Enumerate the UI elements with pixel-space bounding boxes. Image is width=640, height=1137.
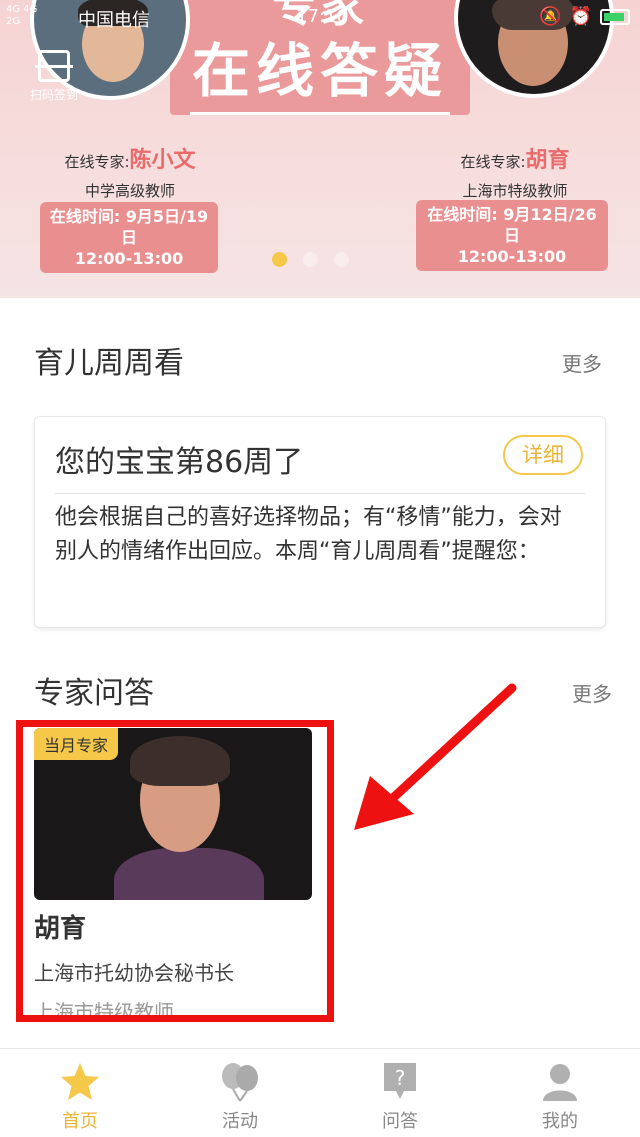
qa-more-link[interactable]: 更多 [572, 678, 612, 707]
annotation-arrow [354, 683, 517, 830]
tab-label: 问答 [382, 1111, 418, 1132]
expert-title: 上海市特级教师 [462, 182, 568, 200]
expert-title: 中学高级教师 [84, 182, 175, 200]
weekly-card-heading: 您的宝宝第86周了 [55, 445, 304, 480]
time-line-1: 在线时间: 9月5日/19日 [49, 207, 209, 247]
detail-button[interactable]: 详细 [503, 435, 583, 475]
tab-home[interactable]: 首页 [0, 1049, 160, 1137]
status-time: 17:16 [296, 6, 348, 27]
bottom-tab-bar: 首页 活动 ? 问答 我的 [0, 1048, 640, 1137]
carousel-dots[interactable] [272, 252, 349, 267]
scan-icon [35, 50, 73, 82]
question-icon: ? [320, 1061, 480, 1103]
weekly-more-link[interactable]: 更多 [562, 348, 602, 377]
time-line-2: 12:00-13:00 [74, 249, 184, 268]
banner-time-right: 在线时间: 9月12日/26日 12:00-13:00 [416, 200, 608, 271]
balloons-icon [160, 1061, 320, 1103]
carrier-name: 中国电信 [78, 10, 150, 31]
time-line-2: 12:00-13:00 [457, 247, 567, 266]
svg-text:?: ? [395, 1066, 406, 1090]
weekly-card-body: 他会根据自己的喜好选择物品；有“移情”能力，会对别人的情绪作出回应。本周“育儿周… [55, 505, 562, 564]
mute-icon: 🔕 [539, 6, 562, 27]
weekly-section-title: 育儿周周看 [34, 346, 184, 381]
tab-label: 活动 [222, 1111, 258, 1132]
time-line-1: 在线时间: 9月12日/26日 [427, 205, 597, 245]
tab-qa[interactable]: ? 问答 [320, 1049, 480, 1137]
banner-time-left: 在线时间: 9月5日/19日 12:00-13:00 [40, 202, 218, 273]
battery-icon [600, 8, 630, 25]
tab-mine[interactable]: 我的 [480, 1049, 640, 1137]
carousel-dot[interactable] [272, 252, 287, 267]
carousel-dot[interactable] [334, 252, 349, 267]
highlight-box [16, 720, 334, 1022]
promo-banner[interactable]: 专家 在线答疑 在线专家:陈小文 中学高级教师 在线时间: 9月5日/19日 1… [0, 0, 640, 298]
network-indicator: 4G 4G 2G [6, 4, 38, 27]
expert-name: 胡育 [525, 148, 570, 173]
user-icon [480, 1061, 640, 1103]
card-divider [55, 493, 585, 494]
alarm-icon: ⏰ [569, 6, 592, 27]
banner-underline [190, 112, 450, 115]
status-bar: 4G 4G 2G 中国电信 17:16 🔕 ⏰ [0, 0, 640, 34]
status-icons: 🔕 ⏰ [539, 6, 630, 27]
tab-activities[interactable]: 活动 [160, 1049, 320, 1137]
weekly-card[interactable]: 您的宝宝第86周了 详细 他会根据自己的喜好选择物品；有“移情”能力，会对别人的… [34, 416, 606, 628]
banner-expert-left: 在线专家:陈小文 中学高级教师 [40, 142, 220, 201]
tab-label: 我的 [542, 1111, 578, 1132]
star-icon [0, 1061, 160, 1103]
tab-label: 首页 [62, 1111, 98, 1132]
banner-expert-right: 在线专家:胡育 上海市特级教师 [420, 142, 610, 201]
scan-label: 扫码签到 [29, 88, 78, 102]
carousel-dot[interactable] [303, 252, 318, 267]
expert-name: 陈小文 [129, 148, 196, 173]
scan-checkin-button[interactable]: 扫码签到 [24, 50, 84, 103]
expert-label: 在线专家: [64, 153, 130, 171]
qa-section-title: 专家问答 [34, 676, 154, 711]
banner-title: 在线答疑 [191, 37, 448, 105]
expert-label: 在线专家: [460, 153, 526, 171]
